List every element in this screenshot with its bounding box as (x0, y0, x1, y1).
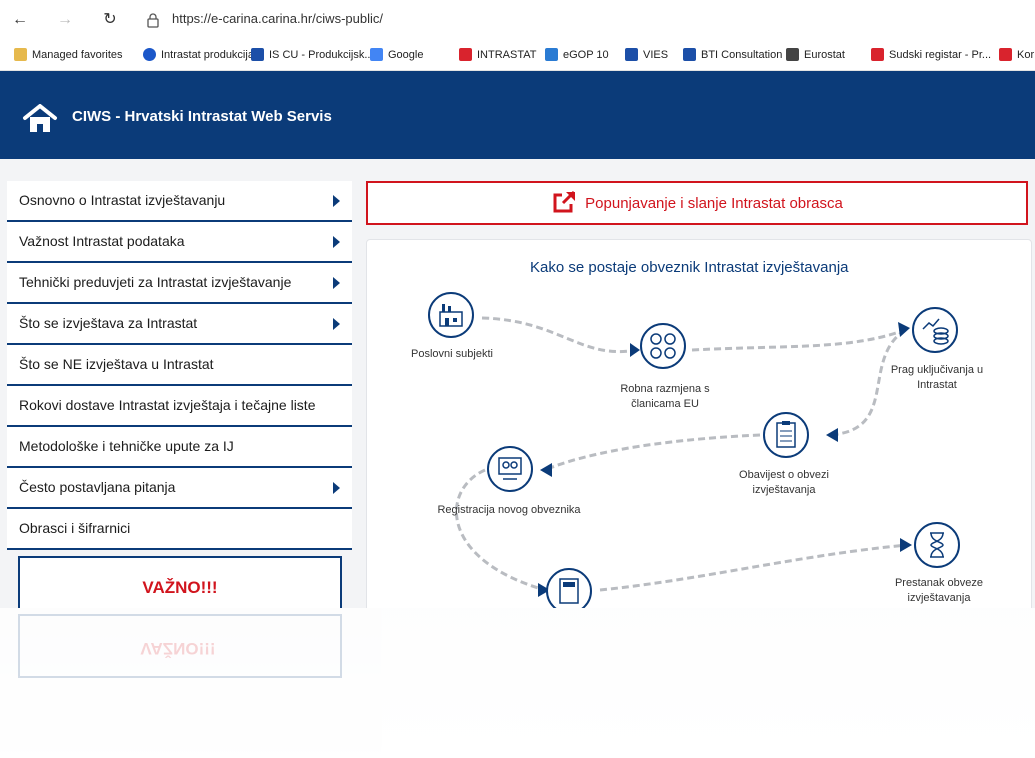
node-label-prag: Prag uključivanja u Intrastat (890, 364, 984, 391)
notice-box[interactable]: VAŽNO!!! (18, 556, 342, 608)
bookmark-eu-icon[interactable]: BTI Consultation (683, 48, 782, 61)
cta-label: Popunjavanje i slanje Intrastat obrasca (585, 194, 843, 212)
bookmark-label: IS CU - Produkcijsk... (269, 48, 374, 61)
reload-icon[interactable]: ↻ (100, 10, 120, 30)
url-field[interactable]: https://e-carina.carina.hr/ciws-public/ (172, 11, 383, 26)
bookmark-eu-icon[interactable]: VIES (625, 48, 668, 61)
chevron-right-icon (333, 482, 340, 494)
sidebar-item-4[interactable]: Što se NE izvještava u Intrastat (7, 345, 352, 386)
node-label-registracija: Registracija novog obveznika (437, 504, 581, 516)
bookmark-checker-icon[interactable]: Kor (999, 48, 1034, 61)
sidebar-item-2[interactable]: Tehnički preduvjeti za Intrastat izvješt… (7, 263, 352, 304)
page-icon (786, 48, 799, 61)
coins-chart-icon (912, 307, 958, 353)
eu-icon (625, 48, 638, 61)
external-link-icon (553, 191, 576, 213)
clipboard-icon (763, 412, 809, 458)
google-icon (370, 48, 383, 61)
chevron-right-icon (333, 236, 340, 248)
bookmark-checker-icon[interactable]: INTRASTAT (459, 48, 536, 61)
globe-icon (143, 48, 156, 61)
sidebar-menu: Osnovno o Intrastat izvještavanju Važnost… (7, 181, 352, 550)
sidebar-item-5[interactable]: Rokovi dostave Intrastat izvještaja i te… (7, 386, 352, 427)
checker-icon (459, 48, 472, 61)
reflection-notice-label: VAŽNO!!! (140, 639, 216, 658)
bookmark-flag-icon[interactable]: Sudski registar - Pr... (871, 48, 991, 61)
sidebar-item-7[interactable]: Često postavljana pitanja (7, 468, 352, 509)
eu-icon (683, 48, 696, 61)
node-label-prestanak: Prestanak obveze izvještavanja (894, 577, 984, 604)
chevron-right-icon (333, 318, 340, 330)
bookmark-label: Google (388, 48, 424, 61)
site-title[interactable]: CIWS - Hrvatski Intrastat Web Servis (72, 108, 332, 125)
sidebar-item-label: Rokovi dostave Intrastat izvještaja i te… (19, 397, 316, 413)
node-label-obavijest: Obavijest o obvezi izvještavanja (739, 469, 829, 496)
sidebar-item-label: Obrasci i šifrarnici (19, 520, 131, 536)
folder-icon (14, 48, 27, 61)
sidebar-item-label: Što se NE izvještava u Intrastat (19, 356, 214, 372)
sidebar-item-6[interactable]: Metodološke i tehničke upute za IJ (7, 427, 352, 468)
bookmark-globe-icon[interactable]: Intrastat produkcija (143, 48, 254, 61)
screen-reflection: VAŽNO!!! (0, 608, 1035, 758)
bookmark-folder-icon[interactable]: Managed favorites (14, 48, 123, 61)
bookmark-label: VIES (643, 48, 669, 61)
lock-icon[interactable] (146, 12, 160, 28)
sidebar-item-0[interactable]: Osnovno o Intrastat izvještavanju (7, 181, 352, 222)
fill-and-send-form-button[interactable]: Popunjavanje i slanje Intrastat obrasca (366, 181, 1028, 225)
sidebar-item-label: Osnovno o Intrastat izvještavanju (19, 192, 226, 208)
diagram-title: Kako se postaje obveznik Intrastat izvje… (530, 259, 849, 276)
chevron-right-icon (333, 277, 340, 289)
monitor-icon (545, 48, 558, 61)
node-label-robna: Robna razmjena s članicama EU (620, 383, 710, 410)
browser-window: ← → ↻ https://e-carina.carina.hr/ciws-pu… (0, 0, 1035, 608)
sidebar-item-label: Metodološke i tehničke upute za IJ (19, 438, 234, 454)
bookmark-label: Eurostat (804, 48, 845, 61)
node-label-poslovni: Poslovni subjekti (411, 348, 493, 360)
flag-icon (871, 48, 884, 61)
home-icon[interactable] (22, 104, 58, 134)
exchange-icon (640, 323, 686, 369)
site-header: CIWS - Hrvatski Intrastat Web Servis (0, 71, 1035, 159)
sidebar-item-1[interactable]: Važnost Intrastat podataka (7, 222, 352, 263)
sidebar-item-label: Tehnički preduvjeti za Intrastat izvješt… (19, 274, 292, 290)
calculator-icon (546, 568, 592, 608)
bookmark-page-icon[interactable]: Eurostat (786, 48, 845, 61)
chevron-right-icon (333, 195, 340, 207)
sidebar-item-label: Što se izvještava za Intrastat (19, 315, 198, 331)
bookmark-flag-icon[interactable]: IS CU - Produkcijsk... (251, 48, 374, 61)
bookmark-label: Intrastat produkcija (161, 48, 254, 61)
bookmark-label: Managed favorites (32, 48, 123, 61)
bookmark-google-icon[interactable]: Google (370, 48, 423, 61)
forward-icon[interactable]: → (55, 10, 75, 30)
bookmark-label: Kor (1017, 48, 1035, 61)
registration-icon (487, 446, 533, 492)
bookmark-label: INTRASTAT (477, 48, 537, 61)
sidebar-item-8[interactable]: Obrasci i šifrarnici (7, 509, 352, 550)
address-bar: ← → ↻ https://e-carina.carina.hr/ciws-pu… (0, 0, 1035, 40)
bookmarks-bar: Managed favorites Intrastat produkcija IS … (0, 40, 1035, 71)
bookmark-label: Sudski registar - Pr... (889, 48, 992, 61)
back-icon[interactable]: ← (10, 10, 30, 30)
notice-label: VAŽNO!!! (142, 578, 218, 597)
hourglass-icon (914, 522, 960, 568)
checker-icon (999, 48, 1012, 61)
sidebar-item-label: Važnost Intrastat podataka (19, 233, 185, 249)
bookmark-label: BTI Consultation (701, 48, 783, 61)
factory-icon (428, 292, 474, 338)
bookmark-label: eGOP 10 (563, 48, 609, 61)
sidebar-item-label: Često postavljana pitanja (19, 479, 176, 495)
bookmark-monitor-icon[interactable]: eGOP 10 (545, 48, 609, 61)
flag-icon (251, 48, 264, 61)
sidebar-item-3[interactable]: Što se izvještava za Intrastat (7, 304, 352, 345)
